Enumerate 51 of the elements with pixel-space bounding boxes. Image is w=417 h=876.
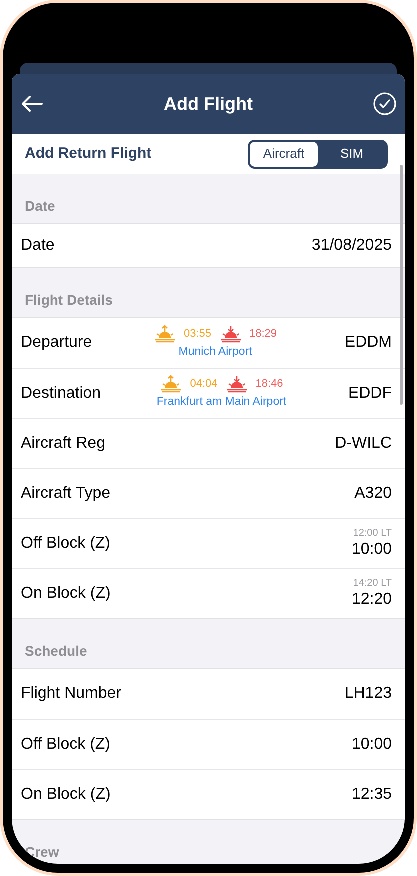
return-flight-label: Add Return Flight	[25, 144, 152, 164]
row-value: 10:00	[352, 734, 392, 754]
sunset-icon	[226, 375, 248, 394]
sunrise-time: 03:55	[184, 326, 212, 342]
row-label: Departure	[21, 333, 92, 353]
row-value: EDDM	[344, 333, 392, 353]
airport-name: Frankfurt am Main Airport	[156, 395, 287, 410]
save-button[interactable]	[370, 90, 399, 118]
section-header: Schedule	[25, 642, 88, 661]
row-label: Date	[21, 236, 55, 256]
row-label: Off Block (Z)	[21, 734, 110, 754]
section-header: Flight Details	[25, 291, 113, 310]
form-row[interactable]: Off Block (Z) 12:00 LT 10:00	[12, 518, 405, 568]
sunrise-icon	[160, 375, 182, 394]
section-header: Date	[25, 197, 56, 216]
local-time: 12:00 LT	[353, 528, 392, 540]
row-value: EDDF	[348, 384, 392, 404]
form-row[interactable]: On Block (Z) 12:35	[12, 769, 405, 819]
row-label: On Block (Z)	[21, 784, 111, 804]
sunrise-icon	[154, 324, 176, 343]
row-label: Off Block (Z)	[21, 534, 110, 554]
row-label: Destination	[21, 384, 102, 404]
row-value: 31/08/2025	[312, 236, 392, 256]
row-value: 12:35	[352, 784, 392, 804]
row-value: A320	[354, 484, 392, 504]
row-value: 10:00	[352, 540, 392, 560]
form-row[interactable]: Departure 03:55 18:29 Munich Airport EDDM	[12, 318, 405, 368]
local-time: 14:20 LT	[353, 578, 392, 590]
screen-title: Add Flight	[164, 92, 253, 116]
row-value: 12:20	[352, 590, 392, 610]
row-label: Flight Number	[21, 684, 122, 704]
sunset-icon	[220, 324, 242, 343]
checkmark-circle-icon	[372, 92, 397, 116]
form-row[interactable]: Off Block (Z) 10:00	[12, 719, 405, 769]
sunset-time: 18:29	[250, 326, 278, 342]
row-value: LH123	[344, 684, 392, 704]
form-row[interactable]: On Block (Z) 14:20 LT 12:20	[12, 568, 405, 618]
row-label: Aircraft Type	[21, 484, 111, 504]
sunrise-time: 04:04	[190, 377, 218, 392]
form-row[interactable]: Aircraft Reg D-WILC	[12, 418, 405, 468]
form-row[interactable]: Flight Number LH123	[12, 669, 405, 719]
back-arrow-icon	[21, 96, 43, 112]
airport-name: Munich Airport	[178, 344, 252, 360]
sunset-time: 18:46	[256, 377, 284, 392]
form-row[interactable]: Date 31/08/2025	[12, 224, 405, 267]
segment-tab[interactable]: Aircraft	[250, 142, 318, 166]
segment-tab[interactable]: SIM	[318, 142, 386, 166]
row-label: On Block (Z)	[21, 584, 111, 604]
row-value: D-WILC	[335, 434, 392, 454]
form-row[interactable]: Aircraft Type A320	[12, 468, 405, 518]
row-label: Aircraft Reg	[21, 434, 106, 454]
